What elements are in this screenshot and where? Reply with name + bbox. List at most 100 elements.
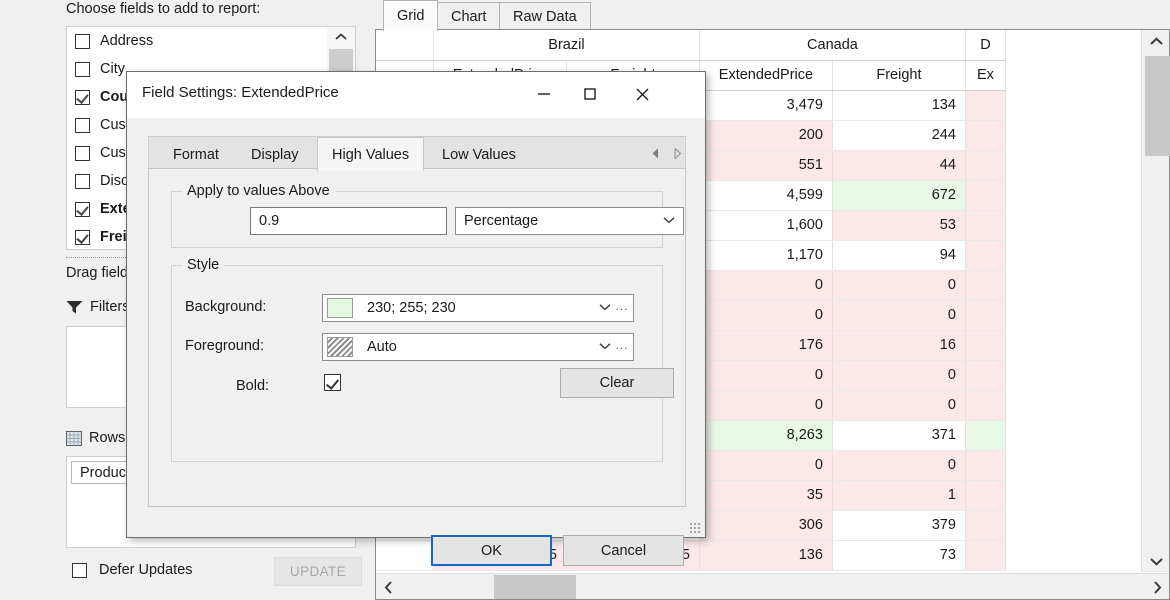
dialog-tab-display[interactable]: Display (237, 139, 313, 170)
data-cell[interactable]: 1,600 (699, 210, 832, 240)
data-cell[interactable]: 73 (832, 540, 965, 570)
data-cell[interactable] (965, 240, 1005, 270)
data-cell[interactable]: 379 (832, 510, 965, 540)
data-cell[interactable]: 0 (832, 300, 965, 330)
field-checkbox[interactable] (75, 146, 90, 161)
grid-horizontal-scrollbar[interactable] (376, 573, 1169, 599)
data-cell[interactable]: 0 (699, 450, 832, 480)
close-icon[interactable] (619, 72, 665, 116)
dialog-tab-low-values[interactable]: Low Values (428, 139, 530, 170)
chevron-down-icon[interactable] (663, 215, 675, 227)
group-header-cell[interactable] (376, 30, 433, 60)
data-cell[interactable] (965, 180, 1005, 210)
cancel-button[interactable]: Cancel (563, 535, 684, 566)
field-list-item[interactable]: Address (67, 27, 355, 55)
maximize-icon[interactable] (567, 72, 613, 116)
data-cell[interactable]: 4,599 (699, 180, 832, 210)
field-checkbox[interactable] (75, 202, 90, 217)
data-cell[interactable]: 0 (832, 450, 965, 480)
clear-button[interactable]: Clear (560, 368, 674, 398)
field-checkbox[interactable] (75, 62, 90, 77)
field-checkbox[interactable] (75, 34, 90, 49)
data-cell[interactable] (965, 360, 1005, 390)
chevron-right-icon[interactable] (1145, 574, 1169, 600)
triangle-right-icon[interactable] (667, 143, 687, 163)
data-cell[interactable]: 53 (832, 210, 965, 240)
tab-grid[interactable]: Grid (383, 0, 438, 31)
data-cell[interactable]: 8,263 (699, 420, 832, 450)
data-cell[interactable] (965, 480, 1005, 510)
data-cell[interactable] (965, 450, 1005, 480)
data-cell[interactable] (965, 390, 1005, 420)
data-cell[interactable]: 551 (699, 150, 832, 180)
data-cell[interactable] (965, 510, 1005, 540)
chevron-up-icon[interactable] (327, 27, 355, 47)
scrollbar-thumb[interactable] (1145, 56, 1170, 156)
tab-chart[interactable]: Chart (437, 2, 500, 30)
update-button[interactable]: UPDATE (274, 557, 362, 586)
data-cell[interactable] (965, 420, 1005, 450)
resize-grip[interactable] (689, 522, 701, 534)
data-cell[interactable] (965, 210, 1005, 240)
data-cell[interactable]: 35 (699, 480, 832, 510)
data-cell[interactable]: 0 (699, 270, 832, 300)
data-cell[interactable] (965, 270, 1005, 300)
data-cell[interactable] (965, 120, 1005, 150)
chevron-down-icon[interactable] (1142, 550, 1170, 572)
threshold-input[interactable]: 0.9 (250, 207, 447, 235)
dialog-tab-format[interactable]: Format (159, 139, 233, 170)
field-checkbox[interactable] (75, 230, 90, 245)
chevron-up-icon[interactable] (1142, 30, 1170, 52)
data-cell[interactable]: 0 (832, 390, 965, 420)
scrollbar-thumb[interactable] (494, 575, 576, 599)
data-cell[interactable]: 44 (832, 150, 965, 180)
minimize-icon[interactable] (521, 72, 567, 116)
data-cell[interactable]: 3,479 (699, 90, 832, 120)
field-checkbox[interactable] (75, 118, 90, 133)
data-cell[interactable]: 94 (832, 240, 965, 270)
data-cell[interactable]: 672 (832, 180, 965, 210)
group-header-cell[interactable]: Brazil (433, 30, 699, 60)
background-more-button[interactable]: ... (611, 299, 633, 317)
grid-vertical-scrollbar[interactable] (1141, 30, 1169, 572)
data-cell[interactable]: 0 (832, 360, 965, 390)
data-cell[interactable]: 0 (699, 300, 832, 330)
data-cell[interactable] (965, 540, 1005, 570)
data-cell[interactable]: 16 (832, 330, 965, 360)
data-cell[interactable]: 136 (699, 540, 832, 570)
group-header-cell[interactable]: Canada (699, 30, 965, 60)
triangle-left-icon[interactable] (645, 143, 665, 163)
data-cell[interactable] (965, 90, 1005, 120)
row-header-cell[interactable]: Geitost (376, 540, 433, 570)
defer-updates-row[interactable]: Defer Updates (72, 562, 193, 578)
data-cell[interactable]: 306 (699, 510, 832, 540)
data-cell[interactable]: 200 (699, 120, 832, 150)
dialog-title-bar[interactable]: Field Settings: ExtendedPrice (127, 72, 705, 118)
field-checkbox[interactable] (75, 174, 90, 189)
chevron-left-icon[interactable] (376, 574, 400, 600)
group-header-cell[interactable]: D (965, 30, 1005, 60)
bold-checkbox[interactable] (324, 374, 341, 391)
ok-button[interactable]: OK (431, 535, 552, 566)
data-cell[interactable] (965, 300, 1005, 330)
data-cell[interactable]: 244 (832, 120, 965, 150)
column-header-cell[interactable]: ExtendedPrice (699, 60, 832, 90)
data-cell[interactable] (965, 150, 1005, 180)
data-cell[interactable]: 176 (699, 330, 832, 360)
foreground-color-select[interactable]: Auto ... (322, 333, 634, 361)
data-cell[interactable] (965, 330, 1005, 360)
foreground-more-button[interactable]: ... (611, 338, 633, 356)
field-checkbox[interactable] (75, 90, 90, 105)
column-header-cell[interactable]: Freight (832, 60, 965, 90)
data-cell[interactable]: 0 (832, 270, 965, 300)
tab-raw-data[interactable]: Raw Data (499, 2, 591, 30)
defer-updates-checkbox[interactable] (72, 563, 87, 578)
data-cell[interactable]: 1 (832, 480, 965, 510)
chevron-down-icon[interactable] (599, 302, 611, 314)
data-cell[interactable]: 134 (832, 90, 965, 120)
threshold-mode-select[interactable]: Percentage (455, 207, 684, 235)
data-cell[interactable]: 0 (699, 360, 832, 390)
data-cell[interactable]: 371 (832, 420, 965, 450)
column-header-cell[interactable]: Ex (965, 60, 1005, 90)
background-color-select[interactable]: 230; 255; 230 ... (322, 294, 634, 322)
